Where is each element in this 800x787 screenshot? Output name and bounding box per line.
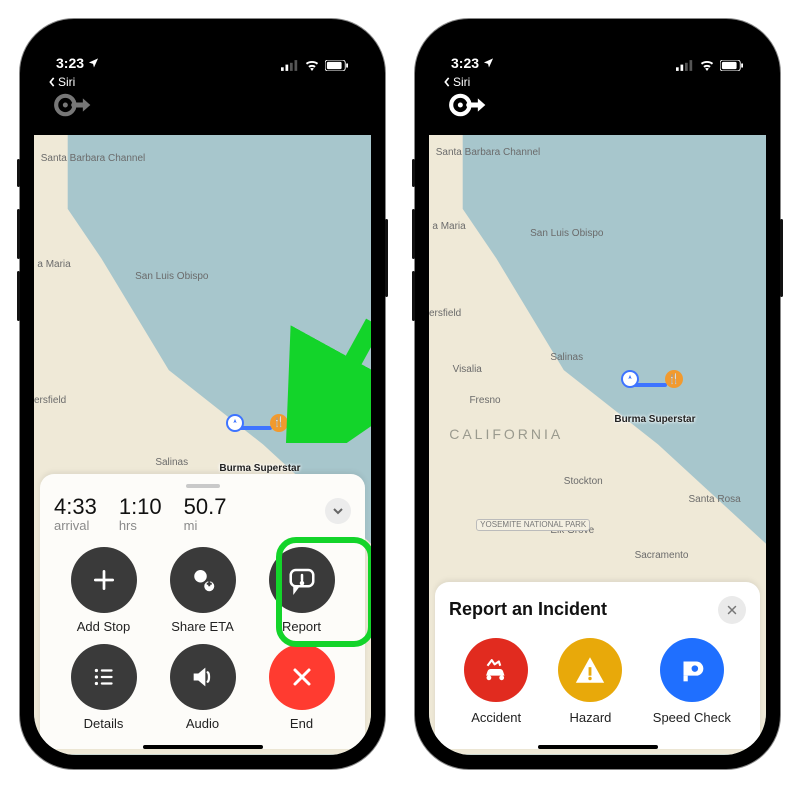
iphone-left: 3:23 Siri Santa Barbara Channel a Maria …: [20, 19, 385, 769]
share-eta-button[interactable]: Share ETA: [170, 547, 236, 634]
map-state-label: CALIFORNIA: [449, 426, 563, 442]
hazard-button[interactable]: Hazard: [558, 638, 622, 725]
destination-label: Burma Superstar: [219, 463, 300, 474]
speed-check-label: Speed Check: [653, 710, 731, 725]
navigation-banner: [34, 75, 371, 135]
accident-label: Accident: [471, 710, 521, 725]
audio-button[interactable]: Audio: [170, 644, 236, 731]
destination-label: Burma Superstar: [614, 414, 695, 425]
map-city-label: a Maria: [432, 221, 465, 232]
speed-check-button[interactable]: Speed Check: [653, 638, 731, 725]
report-label: Report: [282, 619, 321, 634]
speed-check-icon: [675, 653, 709, 687]
duration-time: 1:10: [119, 496, 162, 518]
details-button[interactable]: Details: [71, 644, 137, 731]
distance-val: 50.7: [184, 496, 227, 518]
duration-label: hrs: [119, 518, 162, 533]
iphone-right: 3:23 Siri Santa Barbara Channel a Maria …: [415, 19, 780, 769]
report-incident-card: Report an Incident Accident Hazard Speed…: [435, 582, 760, 749]
accident-button[interactable]: Accident: [464, 638, 528, 725]
notch: [518, 33, 678, 59]
trip-tray: 4:33 arrival 1:10 hrs 50.7 mi A: [40, 474, 365, 749]
map-city-label: ersfield: [429, 308, 461, 319]
screen-right: 3:23 Siri Santa Barbara Channel a Maria …: [429, 33, 766, 755]
wifi-icon: [304, 60, 320, 71]
notch: [123, 33, 283, 59]
map-city-label: Salinas: [550, 352, 583, 363]
report-icon: [287, 565, 317, 595]
map-city-label: San Luis Obispo: [530, 228, 603, 239]
map-city-label: Sacramento: [635, 550, 689, 561]
status-time: 3:23: [56, 55, 84, 71]
map-city-label: Santa Barbara Channel: [41, 153, 146, 164]
destination-pin-icon: 🍴: [270, 414, 288, 432]
plus-icon: [91, 567, 117, 593]
arrival-time: 4:33: [54, 496, 97, 518]
location-arrow-icon: [88, 57, 99, 68]
current-location-icon: [226, 414, 244, 432]
trip-summary: 4:33 arrival 1:10 hrs 50.7 mi: [54, 496, 351, 533]
close-icon: [726, 604, 738, 616]
screen-left: 3:23 Siri Santa Barbara Channel a Maria …: [34, 33, 371, 755]
back-app-label: Siri: [58, 75, 75, 89]
chevron-down-icon: [332, 505, 344, 517]
add-stop-label: Add Stop: [77, 619, 131, 634]
back-to-siri[interactable]: Siri: [443, 75, 470, 89]
share-eta-label: Share ETA: [171, 619, 234, 634]
battery-icon: [325, 60, 349, 71]
map-city-label: Santa Rosa: [688, 494, 740, 505]
map-city-label: Salinas: [155, 457, 188, 468]
details-label: Details: [84, 716, 124, 731]
chevron-left-icon: [443, 77, 451, 87]
list-icon: [91, 664, 117, 690]
chevron-left-icon: [48, 77, 56, 87]
end-button[interactable]: End: [269, 644, 335, 731]
share-eta-icon: [188, 565, 218, 595]
distance-metric: 50.7 mi: [184, 496, 227, 533]
report-button[interactable]: Report: [269, 547, 335, 634]
accident-icon: [479, 653, 513, 687]
location-arrow-icon: [483, 57, 494, 68]
destination-pin-icon: 🍴: [665, 370, 683, 388]
wifi-icon: [699, 60, 715, 71]
map-city-label: Visalia: [453, 364, 482, 375]
arrival-metric: 4:33 arrival: [54, 496, 97, 533]
duration-metric: 1:10 hrs: [119, 496, 162, 533]
close-button[interactable]: [718, 596, 746, 624]
report-incident-title: Report an Incident: [449, 599, 607, 620]
home-indicator[interactable]: [538, 745, 658, 749]
speaker-icon: [189, 663, 217, 691]
arrival-label: arrival: [54, 518, 97, 533]
map-city-label: Santa Barbara Channel: [436, 147, 541, 158]
back-app-label: Siri: [453, 75, 470, 89]
close-icon: [290, 665, 314, 689]
drag-handle[interactable]: [186, 484, 220, 488]
distance-label: mi: [184, 518, 227, 533]
roundabout-exit-icon: [447, 88, 487, 122]
signal-icon: [281, 60, 299, 71]
status-indicators: [676, 60, 744, 71]
status-time: 3:23: [451, 55, 479, 71]
map-city-label: Stockton: [564, 476, 603, 487]
map-city-label: San Luis Obispo: [135, 271, 208, 282]
audio-label: Audio: [186, 716, 219, 731]
map-city-label: Fresno: [469, 395, 500, 406]
home-indicator[interactable]: [143, 745, 263, 749]
signal-icon: [676, 60, 694, 71]
collapse-button[interactable]: [325, 498, 351, 524]
roundabout-exit-icon: [52, 88, 92, 122]
add-stop-button[interactable]: Add Stop: [71, 547, 137, 634]
status-indicators: [281, 60, 349, 71]
hazard-label: Hazard: [570, 710, 612, 725]
map-city-label: a Maria: [37, 259, 70, 270]
battery-icon: [720, 60, 744, 71]
navigation-banner: [429, 75, 766, 135]
end-label: End: [290, 716, 313, 731]
park-label: YOSEMITE NATIONAL PARK: [476, 519, 590, 531]
map-city-label: ersfield: [34, 395, 66, 406]
hazard-icon: [573, 653, 607, 687]
back-to-siri[interactable]: Siri: [48, 75, 75, 89]
action-grid: Add Stop Share ETA Report Details Audio: [54, 547, 351, 731]
